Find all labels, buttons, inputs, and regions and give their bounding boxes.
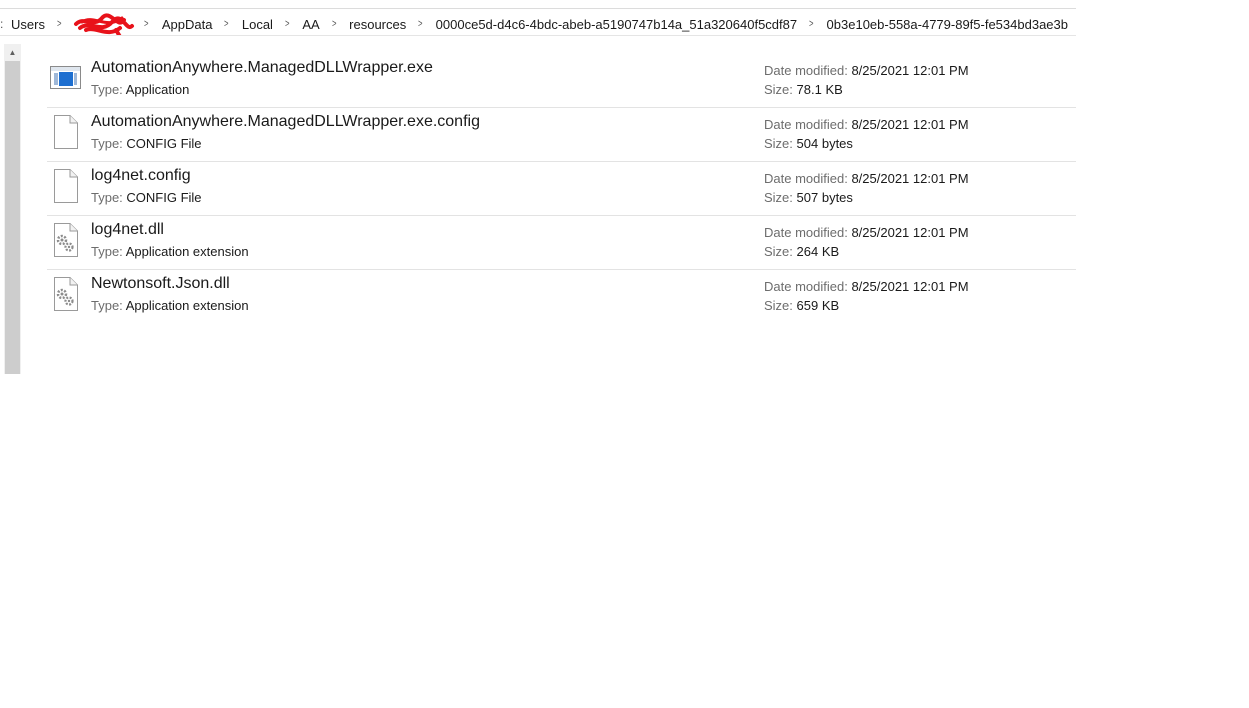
file-date-modified: Date modified: 8/25/2021 12:01 PM xyxy=(764,117,969,132)
scrollbar-thumb[interactable] xyxy=(5,61,20,374)
breadcrumb-item-resource-id[interactable]: 0000ce5d-d4c6-4bdc-abeb-a5190747b14a_51a… xyxy=(434,17,799,32)
file-name[interactable]: log4net.config xyxy=(91,167,191,185)
dll-file-icon xyxy=(49,222,81,258)
chevron-right-icon[interactable]: > xyxy=(418,18,423,30)
file-size: Size: 507 bytes xyxy=(764,190,853,205)
file-row[interactable]: log4net.dll Type: Application extension … xyxy=(47,216,1076,270)
file-size: Size: 264 KB xyxy=(764,244,840,259)
config-file-icon xyxy=(49,114,81,150)
chevron-right-icon[interactable]: > xyxy=(285,18,290,30)
vertical-scrollbar[interactable]: ▲ xyxy=(4,44,21,374)
breadcrumb-item-redacted[interactable] xyxy=(72,13,135,36)
chevron-right-icon[interactable]: > xyxy=(224,18,229,30)
file-size: Size: 78.1 KB xyxy=(764,82,843,97)
top-divider xyxy=(0,8,1076,9)
file-type: Type: Application extension xyxy=(91,298,249,313)
breadcrumb-item-users[interactable]: Users xyxy=(9,17,47,32)
application-exe-icon xyxy=(49,60,81,96)
file-name[interactable]: AutomationAnywhere.ManagedDLLWrapper.exe… xyxy=(91,113,480,131)
file-date-modified: Date modified: 8/25/2021 12:01 PM xyxy=(764,171,969,186)
file-row[interactable]: AutomationAnywhere.ManagedDLLWrapper.exe… xyxy=(47,108,1076,162)
file-type: Type: CONFIG File xyxy=(91,136,202,151)
breadcrumb-item-appdata[interactable]: AppData xyxy=(160,17,215,32)
file-explorer-window: : Users > > AppData > Local > AA > resou… xyxy=(0,0,1076,374)
file-row[interactable]: AutomationAnywhere.ManagedDLLWrapper.exe… xyxy=(47,54,1076,108)
breadcrumb-overflow[interactable]: : xyxy=(0,17,3,31)
file-date-modified: Date modified: 8/25/2021 12:01 PM xyxy=(764,63,969,78)
chevron-right-icon[interactable]: > xyxy=(144,18,149,30)
scroll-up-arrow-icon[interactable]: ▲ xyxy=(4,44,21,61)
file-type: Type: Application xyxy=(91,82,190,97)
file-name[interactable]: log4net.dll xyxy=(91,221,164,239)
file-date-modified: Date modified: 8/25/2021 12:01 PM xyxy=(764,225,969,240)
file-row[interactable]: log4net.config Type: CONFIG File Date mo… xyxy=(47,162,1076,216)
redaction-scribble xyxy=(74,13,135,36)
breadcrumb-item-local[interactable]: Local xyxy=(240,17,275,32)
breadcrumb-item-resources[interactable]: resources xyxy=(347,17,408,32)
chevron-right-icon[interactable]: > xyxy=(57,18,62,30)
dll-file-icon xyxy=(49,276,81,312)
config-file-icon xyxy=(49,168,81,204)
breadcrumb-divider xyxy=(0,35,1076,36)
file-date-modified: Date modified: 8/25/2021 12:01 PM xyxy=(764,279,969,294)
file-type: Type: CONFIG File xyxy=(91,190,202,205)
file-size: Size: 659 KB xyxy=(764,298,840,313)
chevron-right-icon[interactable]: > xyxy=(332,18,337,30)
file-type: Type: Application extension xyxy=(91,244,249,259)
breadcrumb[interactable]: : Users > > AppData > Local > AA > resou… xyxy=(0,12,1076,36)
breadcrumb-item-aa[interactable]: AA xyxy=(300,17,321,32)
file-name[interactable]: AutomationAnywhere.ManagedDLLWrapper.exe xyxy=(91,59,433,77)
file-size: Size: 504 bytes xyxy=(764,136,853,151)
chevron-right-icon[interactable]: > xyxy=(809,18,814,30)
file-name[interactable]: Newtonsoft.Json.dll xyxy=(91,275,230,293)
file-list: AutomationAnywhere.ManagedDLLWrapper.exe… xyxy=(47,54,1076,323)
breadcrumb-item-current-folder[interactable]: 0b3e10eb-558a-4779-89f5-fe534bd3ae3b xyxy=(825,17,1070,32)
file-row[interactable]: Newtonsoft.Json.dll Type: Application ex… xyxy=(47,270,1076,323)
